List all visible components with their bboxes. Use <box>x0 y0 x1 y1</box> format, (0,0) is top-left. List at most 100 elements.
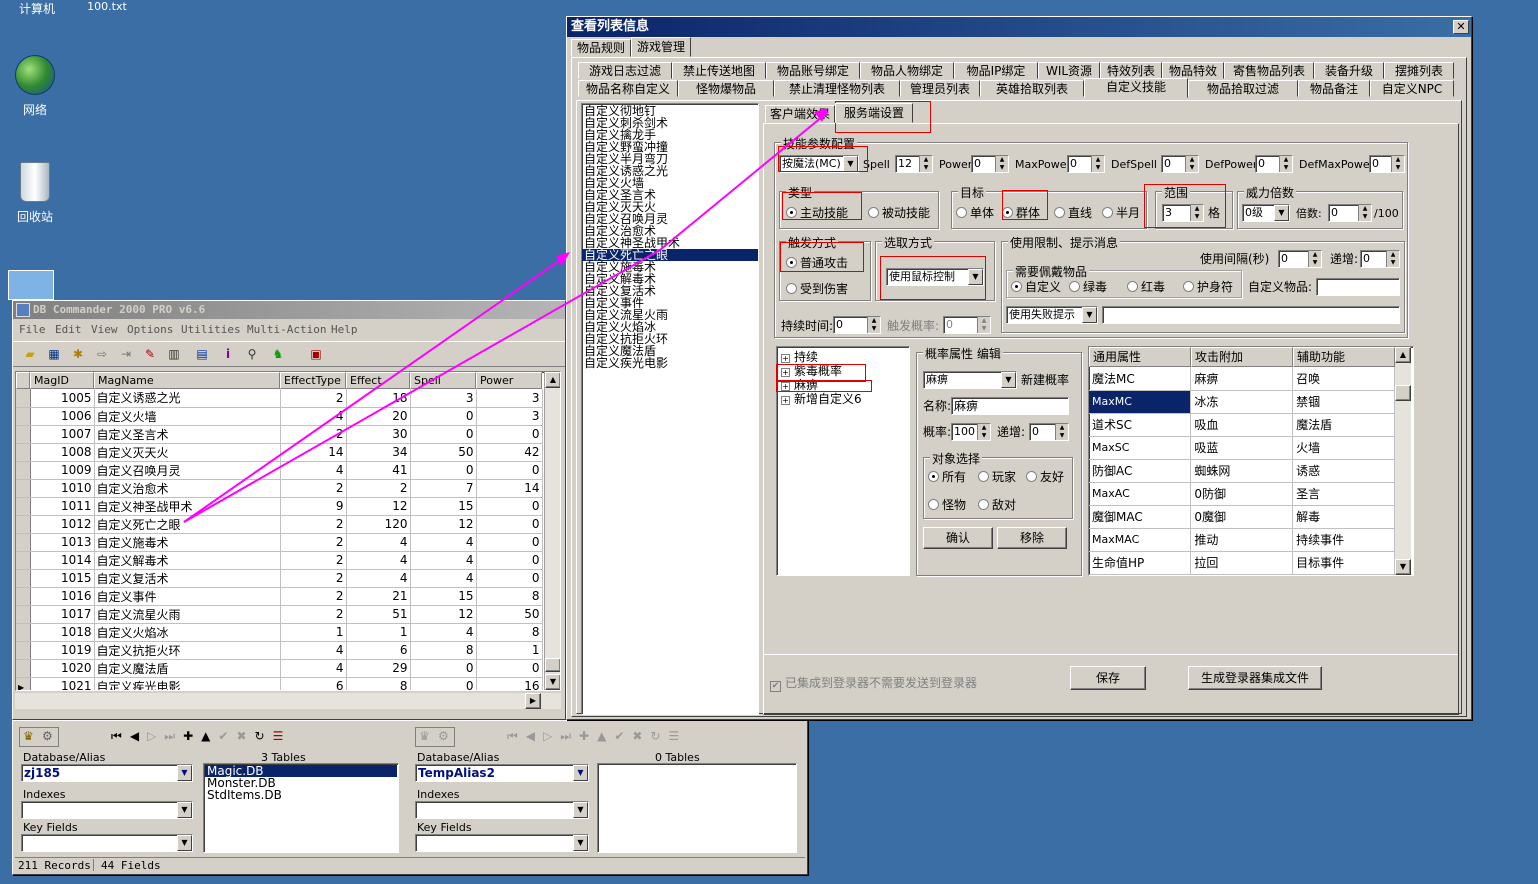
obj-monster-radio[interactable]: 怪物 <box>928 498 966 512</box>
attr-cell[interactable]: MaxMC <box>1089 390 1192 414</box>
chevron-down-icon[interactable]: ▼ <box>177 802 192 818</box>
spin-arrows-icon[interactable]: ▲ ▼ <box>1279 156 1292 172</box>
grid-cell[interactable]: 1008 <box>30 443 95 462</box>
runner-icon[interactable]: ♞ <box>269 346 287 362</box>
trigger-prob-input[interactable]: 0 ▲ ▼ <box>943 316 991 334</box>
row-indicator[interactable] <box>16 641 31 660</box>
defmaxpower-input[interactable]: 0 ▲ ▼ <box>1369 155 1405 173</box>
target-line-radio[interactable]: 直线 <box>1054 206 1092 220</box>
table-row[interactable]: 1007 自定义圣言术 2 30 0 0 <box>16 425 543 444</box>
table-row[interactable]: MaxMC 冰冻 禁锢 <box>1089 390 1395 414</box>
attr-cell[interactable]: 圣言 <box>1292 482 1395 506</box>
prob-inc-input[interactable]: 0 ▲ ▼ <box>1029 423 1069 441</box>
grid-cell[interactable]: 1 <box>346 623 411 642</box>
scroll-up-arrow-icon[interactable]: ▲ <box>545 372 560 388</box>
tree-node-paralysis[interactable]: + 麻痹 <box>781 379 818 391</box>
tab-row2-item[interactable]: 管理员列表 <box>900 80 980 97</box>
tree-node-purple-poison[interactable]: + 紫毒概率 <box>781 365 842 377</box>
power-input[interactable]: 0 ▲ ▼ <box>971 155 1009 173</box>
attr-cell[interactable]: 火墙 <box>1292 436 1395 460</box>
grid-cell[interactable]: 2 <box>280 551 347 570</box>
save-button[interactable]: 保存 <box>1070 666 1146 690</box>
grid-cell[interactable]: 34 <box>346 443 411 462</box>
hscroll-right-arrow-icon[interactable]: ▶ <box>525 693 541 709</box>
integrated-checkbox[interactable]: ✔ 已集成到登录器不需要发送到登录器 <box>770 676 977 692</box>
grid-cell[interactable]: 0 <box>410 407 477 426</box>
grid-cell[interactable]: 自定义事件 <box>94 587 281 606</box>
row-indicator[interactable] <box>16 623 31 642</box>
attr-cell[interactable]: 目标事件 <box>1292 551 1395 575</box>
tree-node-custom6[interactable]: + 新增自定义6 <box>781 393 862 405</box>
table-row[interactable]: 生命值HP 拉回 目标事件 <box>1089 551 1395 575</box>
menu-options[interactable]: Options <box>127 323 173 336</box>
interval-input[interactable]: 0 ▲ ▼ <box>1278 250 1322 268</box>
brush-icon[interactable]: ✎ <box>141 346 159 362</box>
row-indicator[interactable] <box>16 461 31 480</box>
attr-cell[interactable]: 禁锢 <box>1292 390 1395 414</box>
grid-cell[interactable]: 18 <box>346 389 411 408</box>
first-record-icon[interactable]: ⏮ <box>111 729 130 743</box>
table-row[interactable]: 1013 自定义施毒术 2 4 4 0 <box>16 533 543 552</box>
grid-cell[interactable]: 自定义灭天火 <box>94 443 281 462</box>
grid-cell[interactable]: 0 <box>410 461 477 480</box>
tab-row2-item[interactable]: 英雄拾取列表 <box>980 80 1084 97</box>
dblist-icon[interactable]: ♛ <box>23 729 34 743</box>
grid-cell[interactable]: 自定义神圣战甲术 <box>94 497 281 516</box>
tab-row1-item[interactable]: 物品账号绑定 <box>766 62 860 79</box>
fail-msg-input[interactable] <box>1102 306 1400 324</box>
grid-cell[interactable]: 4 <box>410 533 477 552</box>
attr-cell[interactable]: 0魔御 <box>1190 505 1294 529</box>
menu-edit[interactable]: Edit <box>55 323 82 336</box>
row-indicator[interactable] <box>16 407 31 426</box>
table-row[interactable]: 1017 自定义流星火雨 2 51 12 50 <box>16 605 543 624</box>
grid-cell[interactable]: 2 <box>280 425 347 444</box>
expand-plus-icon[interactable]: + <box>781 396 790 405</box>
grid-cell[interactable]: 42 <box>476 443 543 462</box>
skill-mode-combo[interactable]: 按魔法(MC) ▼ <box>779 155 859 173</box>
table-row[interactable]: 1011 自定义神圣战甲术 9 12 15 0 <box>16 497 543 516</box>
grid-cell[interactable]: 2 <box>280 569 347 588</box>
attr-cell[interactable]: 道术SC <box>1089 413 1192 437</box>
grid-cell[interactable]: 1 <box>280 623 347 642</box>
grid-cell[interactable]: 自定义流星火雨 <box>94 605 281 624</box>
row-indicator[interactable] <box>16 389 31 408</box>
tab-row1-item[interactable]: 摆摊列表 <box>1384 62 1454 79</box>
grid-cell[interactable]: 1015 <box>30 569 95 588</box>
filter-icon[interactable]: ✱ <box>69 346 87 362</box>
tab-item-rules[interactable]: 物品规则 <box>571 39 631 57</box>
grid-cell[interactable]: 0 <box>476 515 543 534</box>
grid-cell[interactable]: 自定义火墙 <box>94 407 281 426</box>
left-keyfields-combo[interactable]: ▼ <box>21 834 193 852</box>
grid-cell[interactable]: 2 <box>280 533 347 552</box>
desktop-icon-computer-label[interactable]: 计算机 <box>2 0 72 17</box>
scroll-up-arrow-icon[interactable]: ▲ <box>1395 347 1411 363</box>
attr-cell[interactable]: 吸血 <box>1190 413 1294 437</box>
grid-cell[interactable]: 29 <box>346 659 411 678</box>
table-row[interactable]: 道术SC 吸血 魔法盾 <box>1089 413 1395 437</box>
grid-cell[interactable]: 4 <box>280 659 347 678</box>
obj-enemy-radio[interactable]: 敌对 <box>978 498 1016 512</box>
prob-tree[interactable]: + 持续 + 紫毒概率 + 麻痹 + 新增自定义6 <box>776 346 910 576</box>
tab-row2-item[interactable]: 怪物爆物品 <box>678 80 774 97</box>
grid-cell[interactable]: 0 <box>476 569 543 588</box>
alias-icon[interactable]: ⚙ <box>42 729 53 743</box>
chevron-down-icon[interactable]: ▼ <box>1274 205 1289 221</box>
new-prob-label[interactable]: 新建概率 <box>1021 373 1069 387</box>
grid-cell[interactable]: 20 <box>346 407 411 426</box>
table-row[interactable]: 1019 自定义抗拒火环 4 6 8 1 <box>16 641 543 660</box>
magic-grid[interactable]: MagID MagName EffectType Effect Spell Po… <box>15 371 561 691</box>
grid-cell[interactable]: 自定义抗拒火环 <box>94 641 281 660</box>
search-icon[interactable]: ⚲ <box>243 346 261 362</box>
table-row[interactable]: ▶ 1021 自定义疾光电影 6 8 0 16 <box>16 677 543 690</box>
row-indicator[interactable] <box>16 443 31 462</box>
tab-row1-item[interactable]: 装备升级 <box>1314 62 1384 79</box>
grid-cell[interactable]: 0 <box>410 659 477 678</box>
attr-cell[interactable]: MaxAC <box>1089 482 1192 506</box>
target-group-radio[interactable]: 群体 <box>1002 206 1040 220</box>
remove-button[interactable]: 移除 <box>997 527 1067 549</box>
row-indicator[interactable] <box>16 425 31 444</box>
wear-redpoison-radio[interactable]: 红毒 <box>1127 280 1165 294</box>
col-header-effect[interactable]: Effect <box>346 372 410 389</box>
row-indicator[interactable] <box>16 605 31 624</box>
chevron-down-icon[interactable]: ▼ <box>177 765 192 781</box>
